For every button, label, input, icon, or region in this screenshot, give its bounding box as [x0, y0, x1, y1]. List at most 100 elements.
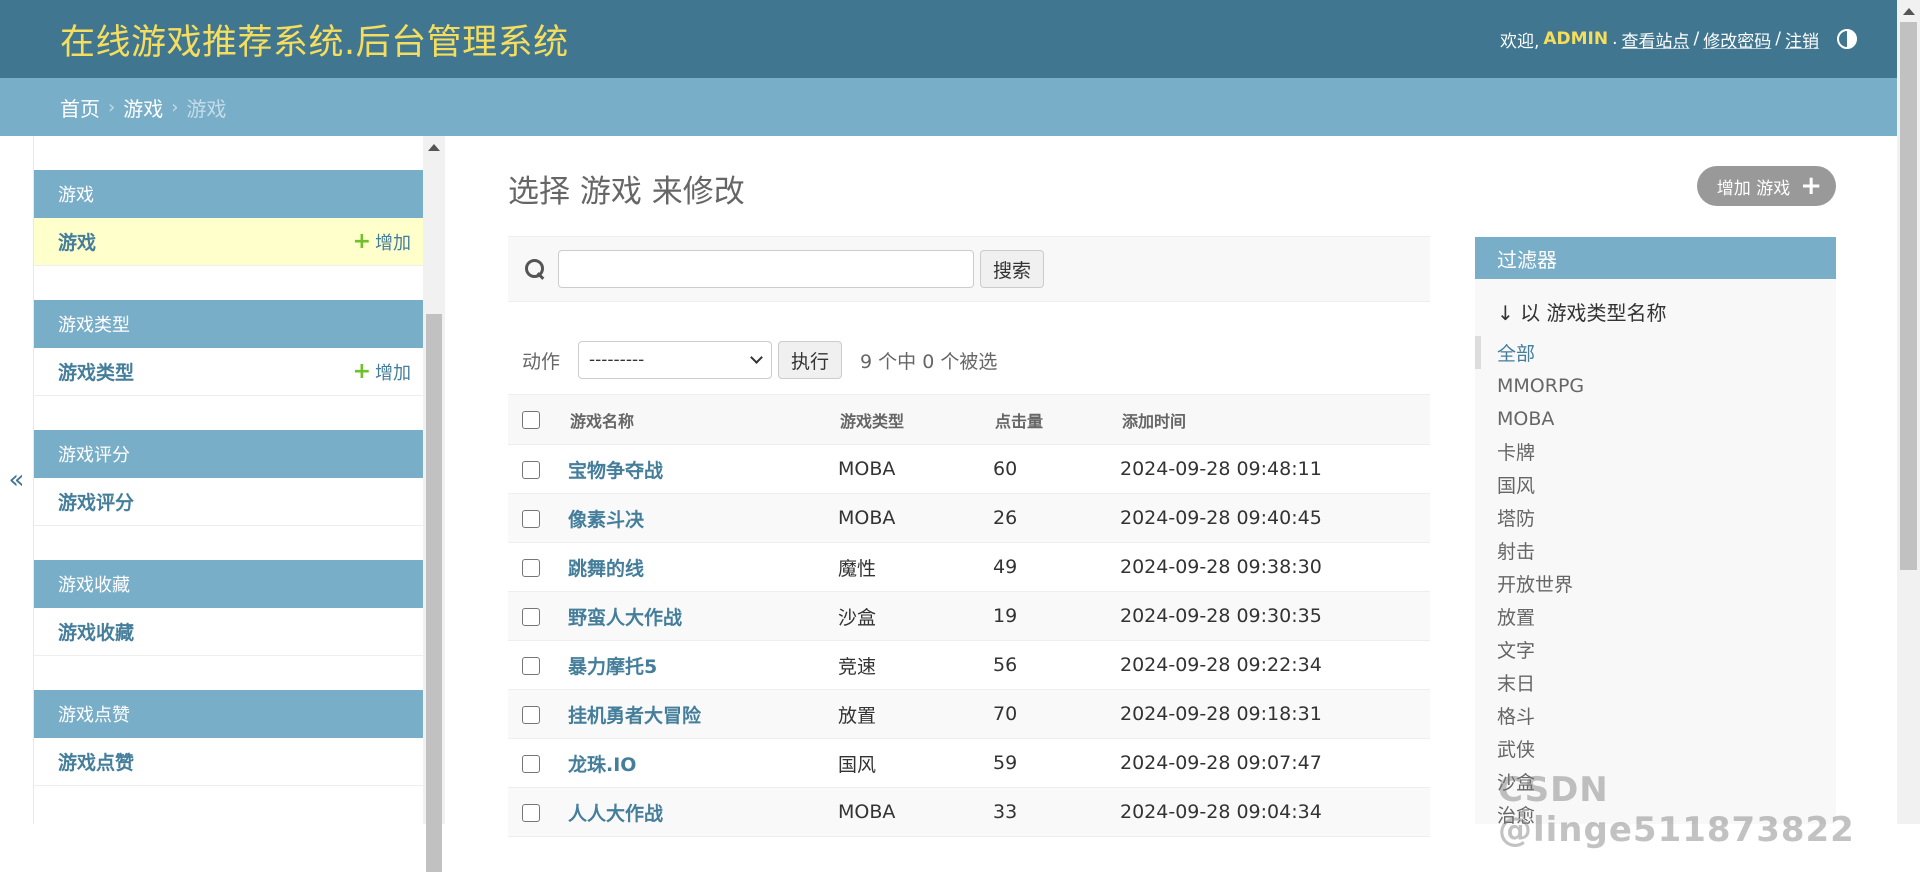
row-checkbox[interactable] [522, 607, 540, 626]
go-button[interactable]: 执行 [778, 341, 843, 379]
filter-option[interactable]: MOBA [1475, 402, 1836, 435]
sidebar-model-link[interactable]: 游戏收藏 [58, 618, 134, 645]
nav-sidebar-toggle[interactable]: « [0, 136, 34, 824]
column-header[interactable]: 添加时间 [1120, 394, 1430, 445]
scroll-up-arrow-icon[interactable] [428, 144, 440, 151]
game-name-link[interactable]: 野蛮人大作战 [568, 607, 682, 629]
column-header[interactable]: 游戏名称 [568, 394, 838, 445]
page-scrollbar[interactable] [1897, 0, 1920, 824]
filter-option[interactable]: 文字 [1475, 633, 1836, 666]
column-header[interactable]: 游戏类型 [838, 394, 993, 445]
game-name-cell: 龙珠.IO [568, 738, 838, 788]
sidebar-model-link[interactable]: 游戏类型 [58, 358, 134, 385]
sidebar-model-link[interactable]: 游戏评分 [58, 488, 134, 515]
sidebar-app-caption[interactable]: 游戏点赞 [34, 690, 423, 738]
dot: . [1612, 29, 1618, 49]
search-toolbar: 搜索 [508, 236, 1430, 302]
filter-option[interactable]: 武侠 [1475, 732, 1836, 765]
added-time-cell: 2024-09-28 09:40:45 [1120, 493, 1430, 543]
sidebar-app-caption[interactable]: 游戏收藏 [34, 560, 423, 608]
logout-link[interactable]: 注销 [1785, 27, 1819, 52]
sidebar-add-link[interactable]: + 增加 [353, 359, 411, 385]
chevron-down-icon [750, 351, 763, 364]
breadcrumb-separator: › [171, 96, 179, 118]
game-type-cell: MOBA [838, 444, 993, 494]
sidebar-model-link[interactable]: 游戏 [58, 228, 96, 255]
add-game-button-label: 增加 游戏 [1716, 178, 1791, 199]
sidebar-app-group: 游戏类型 游戏类型 + 增加 [34, 300, 423, 396]
row-checkbox-cell [508, 493, 568, 543]
sidebar-app-caption[interactable]: 游戏评分 [34, 430, 423, 478]
filter-option[interactable]: 国风 [1475, 468, 1836, 501]
game-type-cell: MOBA [838, 493, 993, 543]
clicks-cell: 60 [993, 444, 1120, 494]
sidebar-model-row: 游戏评分 [34, 478, 423, 526]
scrollbar-thumb[interactable] [426, 314, 442, 872]
filter-option[interactable]: 开放世界 [1475, 567, 1836, 600]
sidebar-app-caption[interactable]: 游戏 [34, 170, 423, 218]
filter-option[interactable]: 末日 [1475, 666, 1836, 699]
table-row: 人人大作战 MOBA 33 2024-09-28 09:04:34 [508, 787, 1430, 837]
action-select[interactable]: --------- [578, 341, 773, 379]
welcome-text: 欢迎, [1499, 31, 1540, 52]
table-row: 像素斗决 MOBA 26 2024-09-28 09:40:45 [508, 493, 1430, 543]
clicks-cell: 56 [993, 640, 1120, 690]
game-name-link[interactable]: 人人大作战 [568, 803, 663, 825]
filter-option[interactable]: 放置 [1475, 600, 1836, 633]
game-name-link[interactable]: 宝物争夺战 [568, 460, 663, 482]
breadcrumb-app[interactable]: 游戏 [123, 93, 163, 122]
search-input[interactable] [558, 250, 974, 288]
breadcrumb-separator: › [108, 96, 116, 118]
row-checkbox[interactable] [522, 754, 540, 773]
game-name-link[interactable]: 龙珠.IO [568, 754, 636, 776]
filter-option[interactable]: 卡牌 [1475, 435, 1836, 468]
column-header[interactable]: 点击量 [993, 394, 1120, 445]
sidebar-scrollbar[interactable] [423, 136, 445, 872]
sidebar-app-caption[interactable]: 游戏类型 [34, 300, 423, 348]
breadcrumb-current: 游戏 [186, 96, 227, 121]
game-name-link[interactable]: 像素斗决 [568, 509, 644, 531]
theme-toggle-icon[interactable] [1837, 29, 1857, 49]
row-checkbox-cell [508, 738, 568, 788]
game-name-link[interactable]: 跳舞的线 [568, 558, 644, 580]
game-name-link[interactable]: 暴力摩托5 [568, 656, 657, 678]
site-title[interactable]: 在线游戏推荐系统.后台管理系统 [60, 14, 569, 65]
sidebar-model-row: 游戏类型 + 增加 [34, 348, 423, 396]
row-checkbox[interactable] [522, 705, 540, 724]
row-checkbox[interactable] [522, 460, 540, 479]
sidebar-app-group: 游戏 游戏 + 增加 [34, 170, 423, 266]
table-row: 跳舞的线 魔性 49 2024-09-28 09:38:30 [508, 542, 1430, 592]
breadcrumb: 首页 › 游戏 › 游戏 [0, 78, 1897, 136]
row-checkbox-cell [508, 689, 568, 739]
row-checkbox[interactable] [522, 656, 540, 675]
row-checkbox[interactable] [522, 509, 540, 528]
added-time-cell: 2024-09-28 09:07:47 [1120, 738, 1430, 788]
sidebar-add-label: 增加 [375, 232, 411, 254]
sidebar-add-label: 增加 [375, 362, 411, 384]
filter-option[interactable]: 格斗 [1475, 699, 1836, 732]
game-name-link[interactable]: 挂机勇者大冒险 [568, 705, 701, 727]
breadcrumb-home[interactable]: 首页 [60, 93, 100, 122]
search-button[interactable]: 搜索 [980, 250, 1045, 288]
sidebar-model-link[interactable]: 游戏点赞 [58, 748, 134, 775]
game-type-cell: 国风 [838, 738, 993, 788]
filter-option[interactable]: MMORPG [1475, 369, 1836, 402]
scroll-up-arrow-icon[interactable] [1903, 8, 1915, 15]
select-all-checkbox[interactable] [522, 411, 540, 430]
filter-title: 过滤器 [1475, 237, 1836, 279]
filter-option[interactable]: 全部 [1475, 336, 1836, 369]
filter-option[interactable]: 塔防 [1475, 501, 1836, 534]
sidebar-add-link[interactable]: + 增加 [353, 229, 411, 255]
row-checkbox[interactable] [522, 558, 540, 577]
filter-subtitle: ↓ 以 游戏类型名称 [1497, 301, 1667, 325]
clicks-cell: 19 [993, 591, 1120, 641]
scrollbar-thumb[interactable] [1900, 22, 1917, 570]
filter-option[interactable]: 射击 [1475, 534, 1836, 567]
add-game-button[interactable]: 增加 游戏 + [1696, 166, 1836, 206]
action-label: 动作 [522, 350, 561, 373]
view-site-link[interactable]: 查看站点 [1622, 27, 1690, 52]
table-row: 野蛮人大作战 沙盒 19 2024-09-28 09:30:35 [508, 591, 1430, 641]
row-checkbox[interactable] [522, 803, 540, 822]
change-password-link[interactable]: 修改密码 [1703, 27, 1771, 52]
select-all-cell [508, 394, 568, 445]
